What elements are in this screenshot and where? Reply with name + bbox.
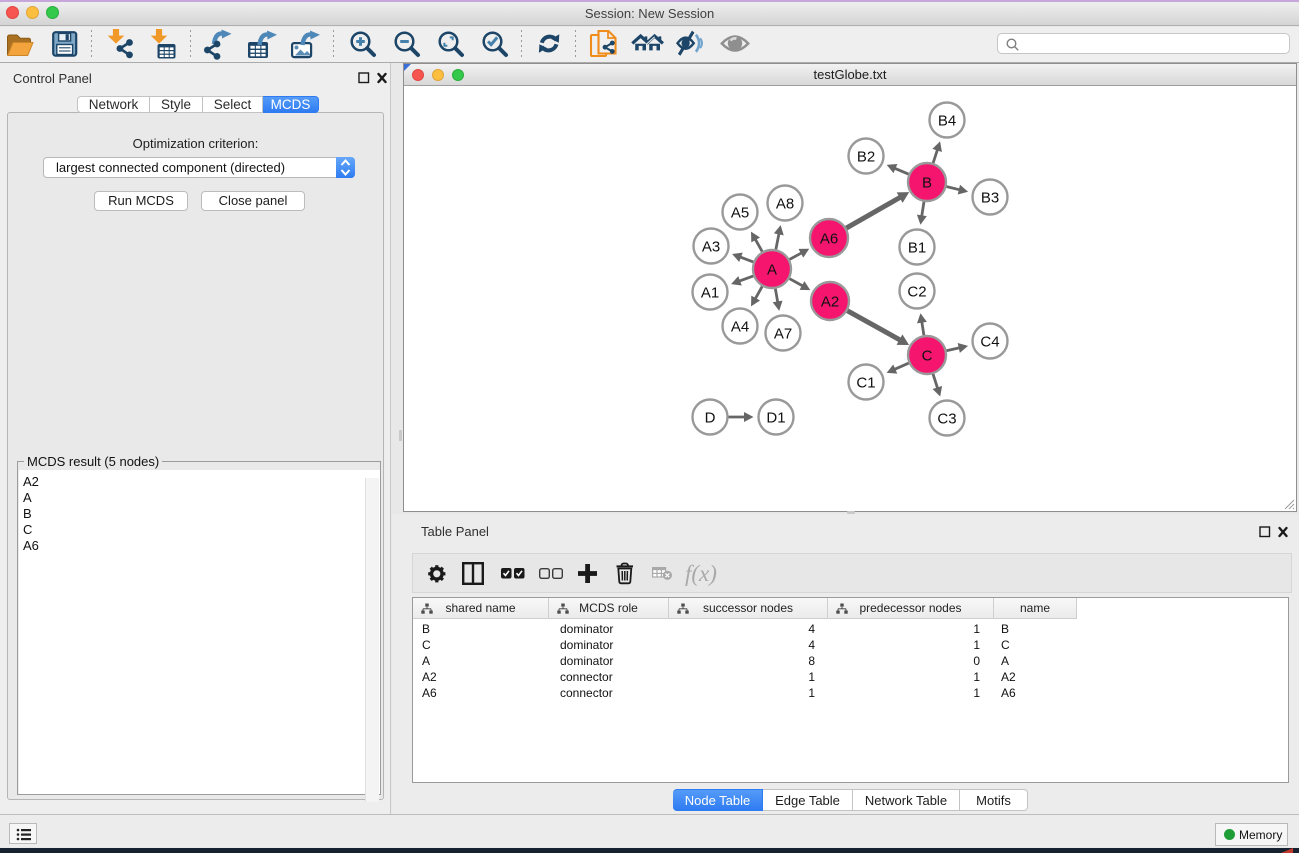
svg-text:A6: A6 [820,230,838,247]
svg-text:f(x): f(x) [685,561,717,586]
svg-text:B4: B4 [938,112,956,129]
svg-text:A1: A1 [701,284,719,301]
svg-text:B3: B3 [981,189,999,206]
svg-text:C: C [922,347,933,364]
svg-text:B1: B1 [908,239,926,256]
svg-text:C1: C1 [856,374,875,391]
svg-text:C4: C4 [980,333,999,350]
svg-text:A4: A4 [731,318,749,335]
svg-text:A3: A3 [702,238,720,255]
svg-text:A5: A5 [731,204,749,221]
svg-text:A: A [767,261,777,278]
svg-text:C3: C3 [937,410,956,427]
svg-text:C2: C2 [907,283,926,300]
svg-text:B2: B2 [857,148,875,165]
svg-text:A7: A7 [774,325,792,342]
svg-text:A2: A2 [821,293,839,310]
svg-text:A8: A8 [776,195,794,212]
svg-text:B: B [922,174,932,191]
svg-text:D: D [705,409,716,426]
svg-text:D1: D1 [766,409,785,426]
